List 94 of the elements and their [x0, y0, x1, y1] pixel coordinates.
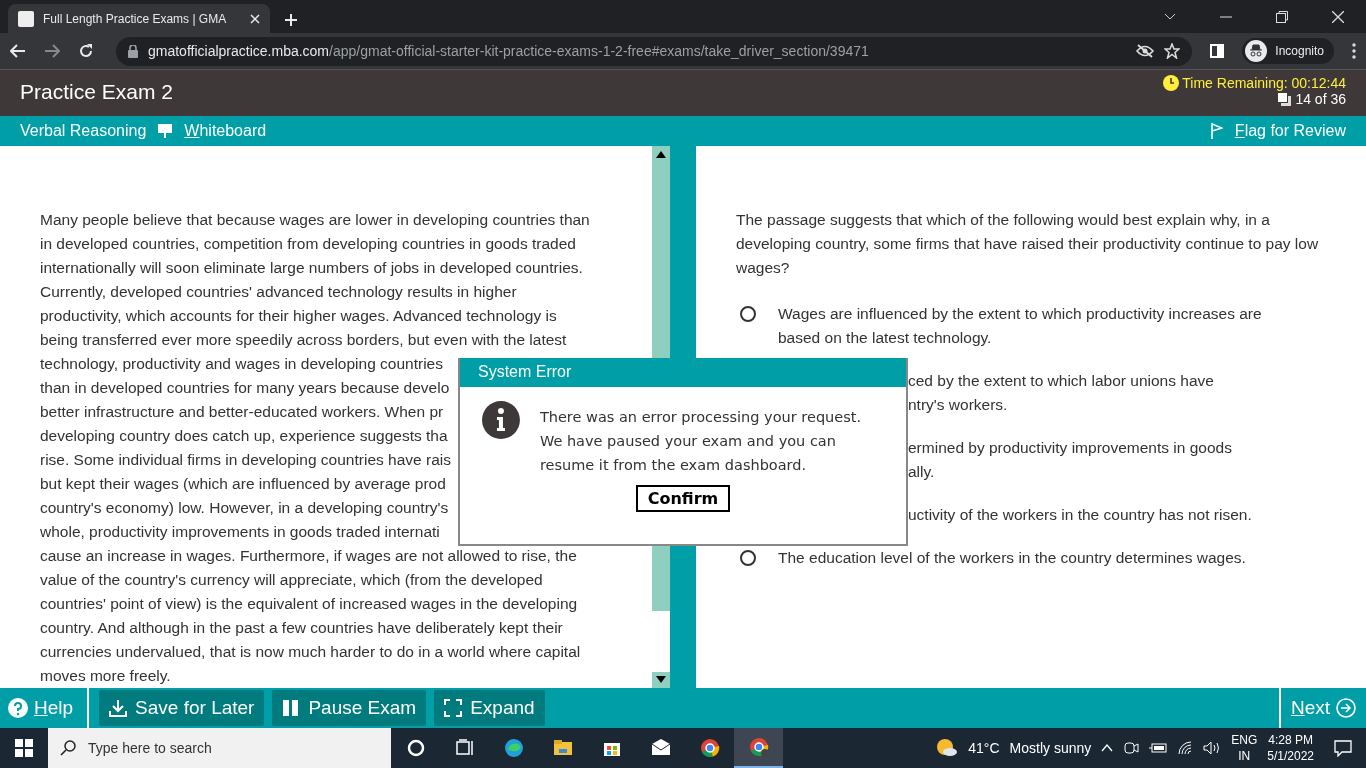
back-icon[interactable]: [10, 44, 26, 58]
passage-line: technology, productivity and wages in developing countries: [40, 354, 443, 374]
passage-line: Currently, developed countries' advanced technology results in higher: [40, 282, 517, 302]
clock-icon: [1163, 75, 1180, 91]
info-icon: [482, 401, 520, 439]
answer-option-text[interactable]: ermined by productivity improvements in goods: [908, 436, 1232, 460]
passage-line: value of the country's currency will appreciate, which (from the developed: [40, 570, 543, 590]
edge-icon[interactable]: [503, 738, 524, 758]
pause-icon: [282, 699, 301, 717]
lock-icon: [128, 44, 138, 58]
windows-icon[interactable]: [15, 739, 33, 757]
confirm-button[interactable]: Confirm: [635, 485, 731, 512]
answer-option-text[interactable]: based on the latest technology.: [778, 326, 992, 350]
task-view-icon[interactable]: [454, 738, 475, 758]
passage-line: Many people believe that because wages are lower in developing countries than: [40, 210, 590, 230]
passage-line: rise. Some individual firms in developing countries have rais: [40, 450, 451, 470]
pages-icon: [1277, 91, 1293, 107]
address-bar[interactable]: gmatofficialpractice.mba.com/app/gmat-official-starter-kit-practice-exams-1-2-free#exams/take_driver_section/39471: [116, 36, 1193, 66]
taskbar-search-field[interactable]: Type here to search: [48, 728, 391, 768]
profile-button[interactable]: Incognito: [1242, 38, 1334, 64]
answer-option-text[interactable]: ntry's workers.: [908, 393, 1008, 417]
star-icon[interactable]: [1164, 43, 1181, 59]
question-text: The passage suggests that which of the following would best explain why, in a developing country, some firms that have raised their productivity continue to pay low wages?: [736, 210, 1320, 278]
incognito-icon: [1245, 40, 1268, 62]
passage-line: moves more freely.: [40, 666, 171, 686]
exam-title: Practice Exam 2: [20, 80, 173, 105]
passage-line: country. And although in the past a few countries have deliberately kept their: [40, 618, 563, 638]
arrow-right-circle-icon[interactable]: [1336, 698, 1356, 718]
minimize-icon[interactable]: [1220, 15, 1232, 18]
chevron-down-icon[interactable]: [1164, 12, 1176, 21]
answer-option-text[interactable]: Wages are influenced by the extent to which productivity increases are: [778, 302, 1262, 326]
radio-button[interactable]: [740, 306, 756, 322]
passage-line: country's economy) low. However, in a developing country's: [40, 498, 449, 518]
url-text: gmatofficialpractice.mba.com/app/gmat-official-starter-kit-practice-exams-1-2-free#exams/take_driver_section/39471: [148, 43, 870, 59]
weather-condition: Mostly sunny: [1009, 740, 1092, 756]
battery-icon[interactable]: [1149, 742, 1168, 754]
temperature: 41°C: [968, 740, 1000, 756]
folder-icon[interactable]: [552, 738, 573, 758]
expand-icon: [444, 699, 463, 717]
eye-slash-icon[interactable]: [1136, 44, 1155, 58]
language-indicator[interactable]: ENG: [1231, 732, 1258, 748]
answer-option-text[interactable]: uctivity of the workers in the country has not risen.: [908, 503, 1252, 527]
passage-line: developing country does catch up, experience suggests tha: [40, 426, 448, 446]
cortana-icon[interactable]: [405, 738, 426, 758]
dialog-message: There was an error processing your request. We have paused your exam and you can resume it from the exam dashboard.: [539, 408, 863, 475]
language-indicator[interactable]: IN: [1238, 748, 1251, 764]
help-icon[interactable]: [8, 698, 28, 718]
close-icon[interactable]: [250, 13, 260, 24]
radio-button[interactable]: [740, 550, 756, 566]
notification-icon[interactable]: [1334, 739, 1352, 757]
passage-line: productivity, which accounts for their higher wages. Advanced technology is: [40, 306, 557, 326]
download-icon: [109, 699, 128, 717]
restore-icon[interactable]: [1276, 10, 1288, 23]
whiteboard-icon[interactable]: [158, 124, 173, 138]
passage-line: countries' point of view) is the equivalent of increased wages in the developing: [40, 594, 578, 614]
side-panel-icon[interactable]: [1210, 44, 1225, 58]
new-tab-icon[interactable]: [284, 13, 298, 27]
passage-line: currencies undervalued, that is now much harder to do in a world where capital: [40, 642, 581, 662]
pause-exam-button[interactable]: Pause Exam: [272, 690, 427, 726]
clock-date[interactable]: 5/1/2022: [1267, 748, 1314, 764]
answer-option-text[interactable]: ced by the extent to which labor unions have: [908, 369, 1214, 393]
save-for-later-button[interactable]: Save for Later: [99, 690, 265, 726]
dialog-title: System Error: [460, 358, 906, 387]
wifi-icon[interactable]: [1177, 741, 1194, 755]
time-remaining: Time Remaining: 00:12:44: [1182, 75, 1346, 91]
answer-option-text[interactable]: ally.: [908, 460, 935, 484]
chrome-icon[interactable]: [699, 738, 720, 758]
passage-line: but kept their wages (which are influenced by average prod: [40, 474, 446, 494]
chrome-profile-icon[interactable]: [748, 737, 769, 757]
section-name: Verbal Reasoning: [20, 122, 147, 140]
forward-icon: [44, 44, 60, 58]
passage-line: than in developed countries for many years because develo: [40, 378, 450, 398]
favicon-icon: [18, 10, 34, 27]
question-counter: 14 of 36: [1295, 91, 1346, 107]
close-icon[interactable]: [1332, 10, 1344, 23]
passage-line: in developed countries, competition from developing countries in goods traded: [40, 234, 576, 254]
passage-line: cause an increase in wages. Furthermore, if wages are not allowed to rise, the: [40, 546, 577, 566]
passage-line: better infrastructure and better-educated workers. When pr: [40, 402, 444, 422]
menu-icon[interactable]: [1352, 43, 1356, 59]
answer-option-text[interactable]: The education level of the workers in the country determines wages.: [778, 546, 1246, 570]
weather-icon[interactable]: [936, 738, 959, 758]
passage-line: being transferred ever more speedily across borders, but even with the latest: [40, 330, 567, 350]
flag-icon[interactable]: [1210, 123, 1223, 139]
chevron-up-icon[interactable]: [1101, 744, 1114, 752]
volume-icon[interactable]: [1203, 741, 1222, 755]
passage-line: whole, productivity improvements in goods traded internati: [40, 522, 440, 542]
search-icon: [60, 740, 76, 756]
mail-icon[interactable]: [650, 738, 671, 758]
meet-icon[interactable]: [1123, 740, 1140, 756]
browser-tab[interactable]: Full Length Practice Exams | GMA: [8, 4, 270, 33]
reload-icon[interactable]: [78, 43, 94, 59]
expand-button[interactable]: Expand: [434, 690, 545, 726]
clock-time[interactable]: 4:28 PM: [1268, 732, 1313, 748]
passage-line: internationally will soon eliminate large numbers of jobs in developed countries.: [40, 258, 583, 278]
